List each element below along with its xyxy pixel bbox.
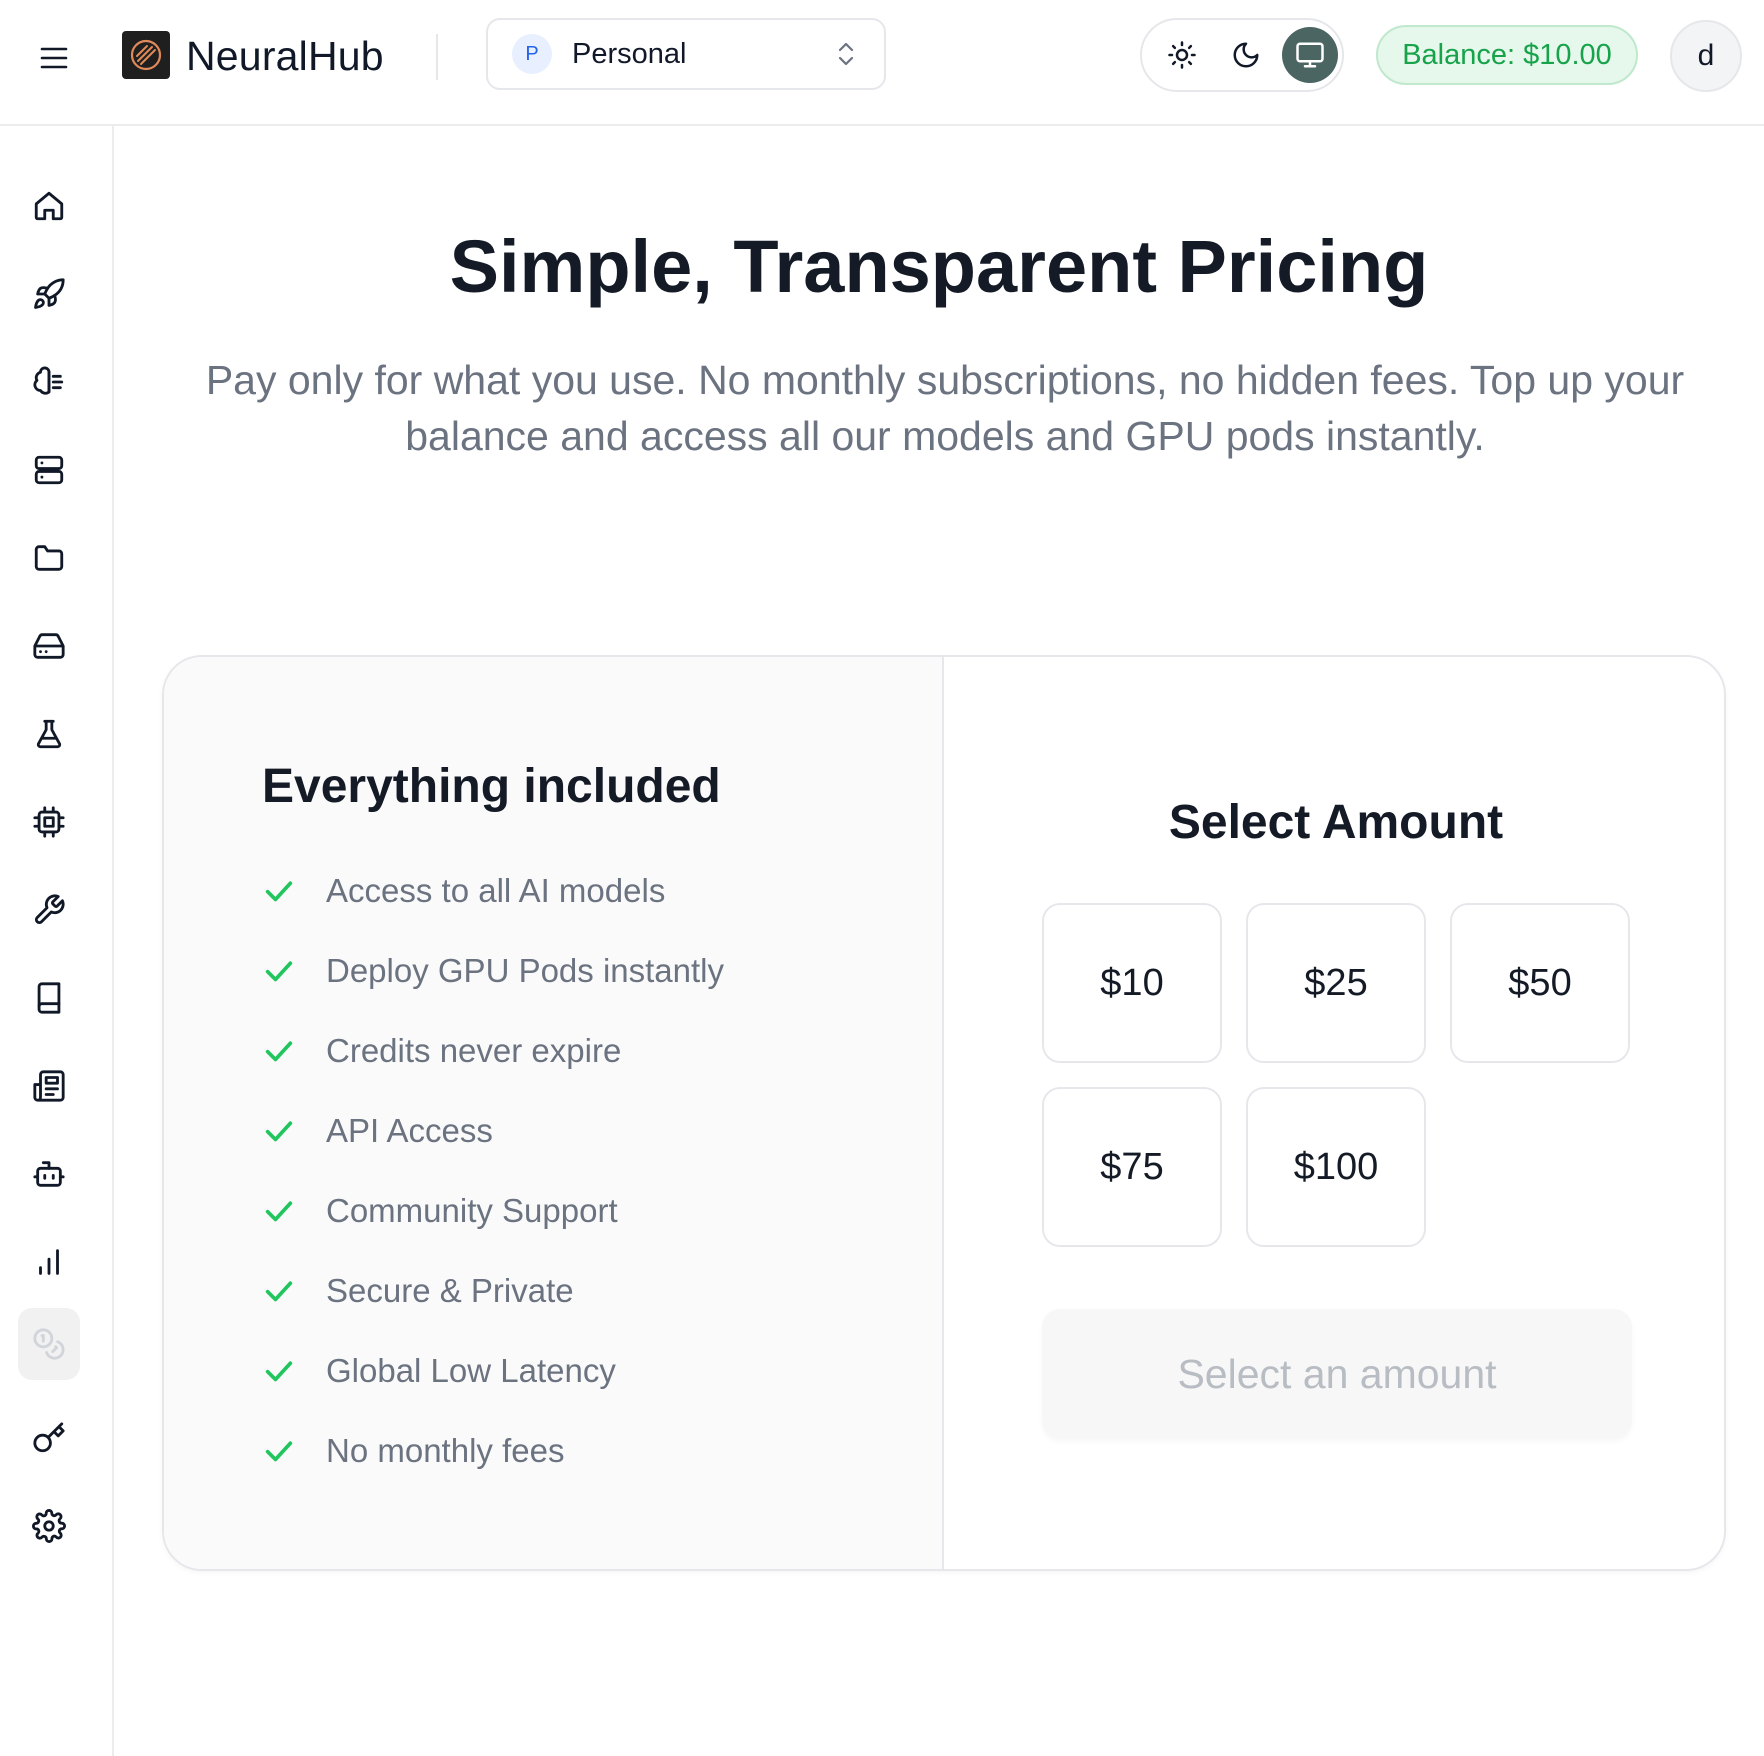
feature-item: Credits never expire (262, 1023, 621, 1079)
book-icon (37, 982, 61, 1014)
feature-label: API Access (326, 1112, 493, 1149)
sidebar-item-docs[interactable] (18, 962, 80, 1034)
flask-icon (36, 719, 62, 749)
check-icon (265, 1281, 293, 1302)
check-icon (265, 1441, 293, 1462)
sidebar-item-models[interactable] (18, 346, 80, 418)
sidebar-item-tools[interactable] (18, 874, 80, 946)
sidebar (0, 126, 114, 1756)
top-bar: NeuralHub P Personal Balance: $10.00 d (0, 0, 1764, 126)
logo-icon (130, 39, 162, 71)
key-icon (33, 1422, 65, 1453)
newspaper-icon (33, 1070, 65, 1102)
hamburger-icon (40, 47, 68, 69)
feature-item: API Access (262, 1103, 493, 1159)
amount-option-10[interactable]: $10 (1042, 903, 1222, 1063)
wrench-icon (34, 894, 65, 925)
select-amount-title: Select Amount (1168, 796, 1504, 849)
workspace-switcher[interactable]: P Personal (486, 18, 886, 90)
monitor-icon (1296, 42, 1324, 68)
check-icon (265, 961, 293, 982)
feature-label: Credits never expire (326, 1032, 622, 1069)
bot-icon (33, 1161, 65, 1187)
moon-icon (1233, 42, 1259, 68)
balance-badge[interactable]: Balance: $10.00 (1376, 25, 1638, 85)
feature-label: Secure & Private (326, 1272, 574, 1309)
sidebar-item-lab[interactable] (18, 698, 80, 770)
hard-drive-icon (33, 633, 65, 659)
select-amount-button[interactable]: Select an amount (1042, 1309, 1632, 1439)
cpu-icon (33, 806, 65, 838)
folder-icon (34, 545, 64, 571)
sidebar-item-home[interactable] (18, 170, 80, 242)
chevron-up-down-icon (838, 42, 854, 66)
feature-label: Global Low Latency (326, 1352, 616, 1389)
amount-option-25[interactable]: $25 (1246, 903, 1426, 1063)
sidebar-item-gpu[interactable] (18, 786, 80, 858)
check-icon (265, 1361, 293, 1382)
check-icon (265, 1201, 293, 1222)
sidebar-item-news[interactable] (18, 1050, 80, 1122)
amount-option-100[interactable]: $100 (1246, 1087, 1426, 1247)
features-panel: Everything included Access to all AI mod… (164, 657, 944, 1569)
sidebar-item-analytics[interactable] (18, 1226, 80, 1298)
check-icon (265, 1121, 293, 1142)
brand-name[interactable]: NeuralHub (186, 26, 384, 86)
amount-option-50[interactable]: $50 (1450, 903, 1630, 1063)
server-icon (34, 455, 64, 485)
feature-item: Access to all AI models (262, 863, 665, 919)
feature-item: Global Low Latency (262, 1343, 616, 1399)
amount-option-75[interactable]: $75 (1042, 1087, 1222, 1247)
feature-item: Community Support (262, 1183, 618, 1239)
sidebar-item-deploy[interactable] (18, 258, 80, 330)
menu-button[interactable] (32, 36, 76, 80)
gear-icon (32, 1509, 66, 1543)
feature-item: Deploy GPU Pods instantly (262, 943, 724, 999)
feature-item: Secure & Private (262, 1263, 574, 1319)
brain-icon (33, 366, 64, 395)
feature-item: No monthly fees (262, 1423, 564, 1479)
feature-label: No monthly fees (326, 1432, 565, 1469)
sidebar-item-billing[interactable] (18, 1308, 80, 1380)
feature-label: Deploy GPU Pods instantly (326, 952, 725, 989)
rocket-icon (34, 278, 65, 309)
theme-toggle-group (1140, 18, 1344, 92)
features-title: Everything included (262, 760, 721, 813)
theme-dark-button[interactable] (1218, 27, 1274, 83)
page-subtitle: Pay only for what you use. No monthly su… (205, 357, 1685, 459)
sidebar-item-storage[interactable] (18, 610, 80, 682)
bar-chart-icon (39, 1249, 59, 1275)
theme-system-button[interactable] (1282, 27, 1338, 83)
check-icon (265, 881, 293, 902)
sidebar-item-servers[interactable] (18, 434, 80, 506)
sun-icon (1168, 41, 1196, 69)
sidebar-item-files[interactable] (18, 522, 80, 594)
feature-label: Access to all AI models (326, 872, 666, 909)
sidebar-item-agents[interactable] (18, 1138, 80, 1210)
workspace-avatar: P (512, 34, 552, 74)
sidebar-item-settings[interactable] (18, 1490, 80, 1562)
pricing-card: Everything included Access to all AI mod… (162, 655, 1726, 1571)
user-avatar[interactable]: d (1670, 20, 1742, 92)
feature-label: Community Support (326, 1192, 618, 1229)
workspace-name: Personal (572, 37, 687, 70)
page-title: Simple, Transparent Pricing (449, 225, 1429, 308)
check-icon (265, 1041, 293, 1062)
sidebar-item-api-keys[interactable] (18, 1402, 80, 1474)
brand-logo[interactable] (122, 31, 170, 79)
coins-icon (33, 1328, 65, 1360)
theme-light-button[interactable] (1154, 27, 1210, 83)
header-divider (436, 34, 438, 80)
home-icon (34, 191, 64, 221)
